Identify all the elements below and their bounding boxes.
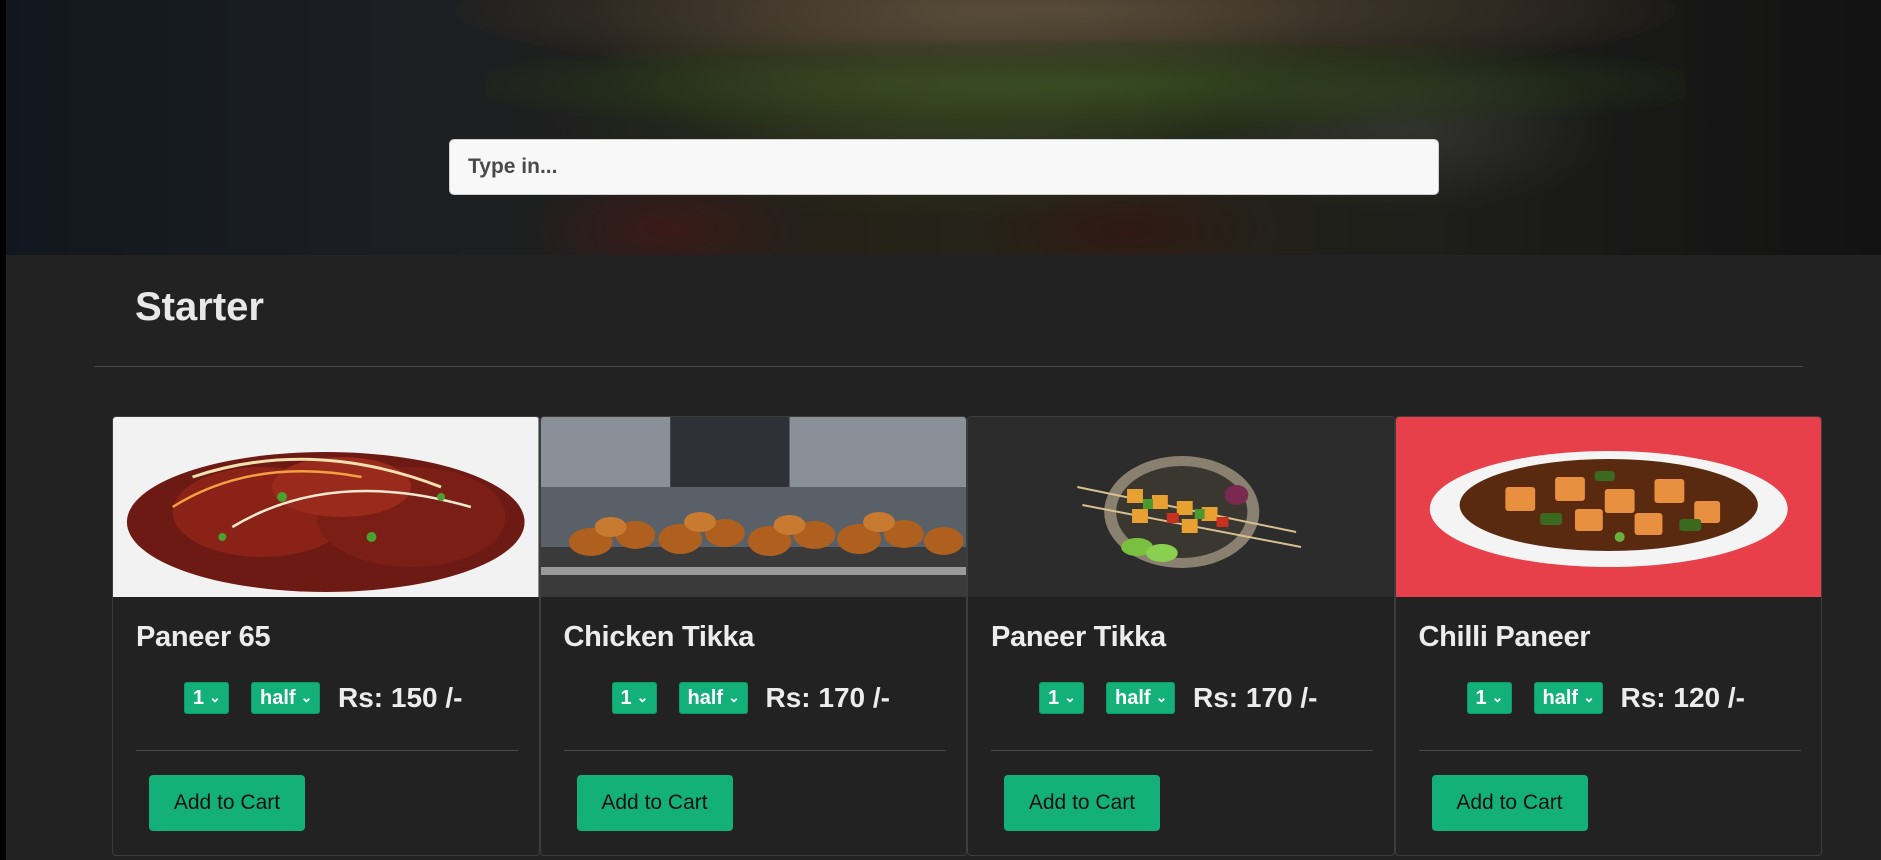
item-price: Rs: 150 /- (338, 682, 463, 713)
food-image-paneer-65 (113, 417, 539, 597)
quantity-select[interactable]: 1 ⌄ (184, 682, 229, 714)
item-controls: 1 ⌄ half ⌄ Rs: 150 /- (184, 681, 463, 715)
menu-card: Paneer 65 1 ⌄ half ⌄ Rs: 150 /- Add to C… (112, 416, 540, 856)
portion-size-select[interactable]: half ⌄ (678, 682, 748, 714)
chevron-down-icon: ⌄ (728, 688, 740, 705)
item-price: Rs: 170 /- (1193, 682, 1318, 713)
menu-page: Starter Pane (6, 0, 1881, 860)
item-name: Chilli Paneer (1418, 621, 1591, 653)
portion-size-select[interactable]: half ⌄ (1106, 682, 1175, 714)
card-divider (991, 750, 1373, 751)
quantity-select[interactable]: 1 ⌄ (1039, 682, 1084, 714)
add-to-cart-button[interactable]: Add to Cart (1431, 775, 1588, 831)
chevron-down-icon: ⌄ (1064, 688, 1076, 705)
food-image-chilli-paneer (1395, 417, 1821, 597)
item-name: Paneer 65 (136, 621, 271, 653)
portion-size-select[interactable]: half ⌄ (251, 682, 320, 714)
chevron-down-icon: ⌄ (1583, 688, 1595, 705)
add-to-cart-button[interactable]: Add to Cart (149, 775, 305, 831)
item-controls: 1 ⌄ half ⌄ Rs: 170 /- (611, 681, 891, 715)
chevron-down-icon: ⌄ (209, 688, 221, 705)
food-image-paneer-tikka (968, 417, 1394, 597)
card-divider (136, 750, 518, 751)
quantity-select[interactable]: 1 ⌄ (1466, 682, 1512, 714)
chevron-down-icon: ⌄ (1491, 688, 1504, 705)
chevron-down-icon: ⌄ (1155, 688, 1168, 705)
card-divider (563, 750, 946, 751)
menu-card-list: Paneer 65 1 ⌄ half ⌄ Rs: 150 /- Add to C… (112, 416, 1830, 856)
chevron-down-icon: ⌄ (636, 688, 649, 705)
chevron-down-icon: ⌄ (300, 688, 313, 705)
item-price: Rs: 170 /- (765, 682, 891, 713)
item-controls: 1 ⌄ half ⌄ Rs: 120 /- (1466, 681, 1746, 715)
hero-banner (6, 0, 1881, 255)
menu-card: Paneer Tikka 1 ⌄ half ⌄ Rs: 170 /- Add t… (967, 416, 1395, 856)
quantity-select[interactable]: 1 ⌄ (611, 682, 657, 714)
item-price: Rs: 120 /- (1620, 682, 1746, 713)
item-controls: 1 ⌄ half ⌄ Rs: 170 /- (1039, 681, 1318, 715)
section-title: Starter (135, 285, 264, 329)
menu-card: Chilli Paneer 1 ⌄ half ⌄ Rs: 120 /- Add … (1394, 416, 1822, 856)
add-to-cart-button[interactable]: Add to Cart (1004, 775, 1160, 831)
search-input[interactable] (449, 139, 1439, 195)
food-image-chicken-tikka (540, 417, 966, 597)
add-to-cart-button[interactable]: Add to Cart (576, 775, 733, 831)
card-divider (1418, 750, 1801, 751)
section-divider (94, 366, 1803, 367)
portion-size-select[interactable]: half ⌄ (1533, 682, 1603, 714)
item-name: Chicken Tikka (563, 621, 755, 653)
menu-card: Chicken Tikka 1 ⌄ half ⌄ Rs: 170 /- Add … (539, 416, 967, 856)
item-name: Paneer Tikka (991, 621, 1166, 653)
